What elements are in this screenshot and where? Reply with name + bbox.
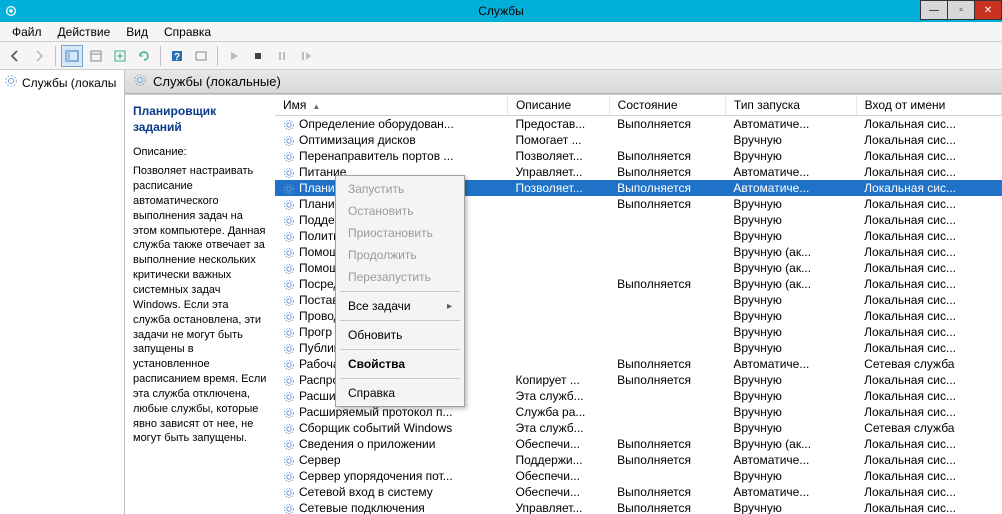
menu-view[interactable]: Вид bbox=[118, 23, 156, 41]
table-row[interactable]: Оптимизация дисковПомогает ...ВручнуюЛок… bbox=[275, 132, 1002, 148]
service-list[interactable]: Имя Описание Состояние Тип запуска Вход … bbox=[275, 95, 1002, 514]
menu-bar: Файл Действие Вид Справка bbox=[0, 22, 1002, 42]
gear-icon bbox=[283, 247, 295, 259]
pause-button[interactable] bbox=[271, 45, 293, 67]
action-button[interactable] bbox=[190, 45, 212, 67]
menu-help[interactable]: Справка bbox=[156, 23, 219, 41]
gear-icon bbox=[283, 119, 295, 131]
export-button[interactable] bbox=[109, 45, 131, 67]
ctx-start[interactable]: Запустить bbox=[338, 178, 462, 200]
gear-icon bbox=[283, 391, 295, 403]
detail-panel: Планировщик заданий Описание: Позволяет … bbox=[125, 95, 275, 514]
help-button[interactable]: ? bbox=[166, 45, 188, 67]
detail-desc-label: Описание: bbox=[133, 145, 267, 160]
menu-file[interactable]: Файл bbox=[4, 23, 50, 41]
toolbar: ? bbox=[0, 42, 1002, 70]
table-row[interactable]: Сетевой вход в системуОбеспечи...Выполня… bbox=[275, 484, 1002, 500]
detail-description: Позволяет настраивать расписание автомат… bbox=[133, 164, 267, 446]
ctx-restart[interactable]: Перезапустить bbox=[338, 266, 462, 288]
col-desc[interactable]: Описание bbox=[507, 95, 609, 116]
gear-icon bbox=[283, 439, 295, 451]
play-button[interactable] bbox=[223, 45, 245, 67]
gear-icon bbox=[283, 311, 295, 323]
refresh-button[interactable] bbox=[133, 45, 155, 67]
table-row[interactable]: Сборщик событий WindowsЭта служб...Вручн… bbox=[275, 420, 1002, 436]
ctx-pause[interactable]: Приостановить bbox=[338, 222, 462, 244]
table-row[interactable]: СерверПоддержи...ВыполняетсяАвтоматиче..… bbox=[275, 452, 1002, 468]
back-button[interactable] bbox=[4, 45, 26, 67]
gear-icon bbox=[283, 183, 295, 195]
gear-icon bbox=[283, 487, 295, 499]
gear-icon bbox=[283, 375, 295, 387]
gear-icon bbox=[283, 327, 295, 339]
detail-service-name: Планировщик заданий bbox=[133, 103, 267, 135]
ctx-resume[interactable]: Продолжить bbox=[338, 244, 462, 266]
ctx-stop[interactable]: Остановить bbox=[338, 200, 462, 222]
gear-icon bbox=[283, 231, 295, 243]
table-row[interactable]: Сетевые подключенияУправляет...Выполняет… bbox=[275, 500, 1002, 514]
panel-header: Службы (локальные) bbox=[125, 70, 1002, 94]
tree-root-item[interactable]: Службы (локалы bbox=[2, 72, 122, 93]
maximize-button[interactable]: ▫ bbox=[947, 0, 975, 20]
ctx-all-tasks[interactable]: Все задачи bbox=[338, 295, 462, 317]
gear-icon bbox=[283, 279, 295, 291]
table-row[interactable]: Перенаправитель портов ...Позволяет...Вы… bbox=[275, 148, 1002, 164]
forward-button[interactable] bbox=[28, 45, 50, 67]
gear-icon bbox=[283, 135, 295, 147]
col-logon[interactable]: Вход от имени bbox=[856, 95, 1001, 116]
gear-icon bbox=[283, 455, 295, 467]
gear-icon bbox=[283, 471, 295, 483]
col-state[interactable]: Состояние bbox=[609, 95, 725, 116]
window-title: Службы bbox=[478, 4, 523, 18]
title-bar: Службы — ▫ ✕ bbox=[0, 0, 1002, 22]
gear-icon bbox=[283, 295, 295, 307]
menu-action[interactable]: Действие bbox=[50, 23, 119, 41]
gear-icon bbox=[283, 423, 295, 435]
panel-title: Службы (локальные) bbox=[153, 74, 281, 89]
show-hide-tree-button[interactable] bbox=[61, 45, 83, 67]
gear-icon bbox=[283, 215, 295, 227]
context-menu: Запустить Остановить Приостановить Продо… bbox=[335, 175, 465, 407]
tree-panel: Службы (локалы bbox=[0, 70, 125, 514]
col-name[interactable]: Имя bbox=[275, 95, 507, 116]
ctx-refresh[interactable]: Обновить bbox=[338, 324, 462, 346]
ctx-help[interactable]: Справка bbox=[338, 382, 462, 404]
col-startup[interactable]: Тип запуска bbox=[725, 95, 856, 116]
gear-icon bbox=[283, 151, 295, 163]
gear-icon bbox=[283, 263, 295, 275]
table-row[interactable]: Сервер упорядочения пот...Обеспечи...Вру… bbox=[275, 468, 1002, 484]
table-row[interactable]: Определение оборудован...Предостав...Вып… bbox=[275, 116, 1002, 133]
gear-icon bbox=[283, 167, 295, 179]
gear-icon bbox=[133, 73, 147, 90]
gear-icon bbox=[4, 74, 18, 91]
ctx-properties[interactable]: Свойства bbox=[338, 353, 462, 375]
gear-icon bbox=[283, 407, 295, 419]
table-row[interactable]: Сведения о приложенииОбеспечи...Выполняе… bbox=[275, 436, 1002, 452]
gear-icon bbox=[283, 343, 295, 355]
properties-button[interactable] bbox=[85, 45, 107, 67]
app-icon bbox=[0, 0, 22, 22]
gear-icon bbox=[283, 199, 295, 211]
minimize-button[interactable]: — bbox=[920, 0, 948, 20]
restart-button[interactable] bbox=[295, 45, 317, 67]
tree-root-label: Службы (локалы bbox=[22, 76, 116, 90]
svg-text:?: ? bbox=[174, 52, 180, 63]
gear-icon bbox=[283, 503, 295, 514]
stop-button[interactable] bbox=[247, 45, 269, 67]
close-button[interactable]: ✕ bbox=[974, 0, 1002, 20]
gear-icon bbox=[283, 359, 295, 371]
